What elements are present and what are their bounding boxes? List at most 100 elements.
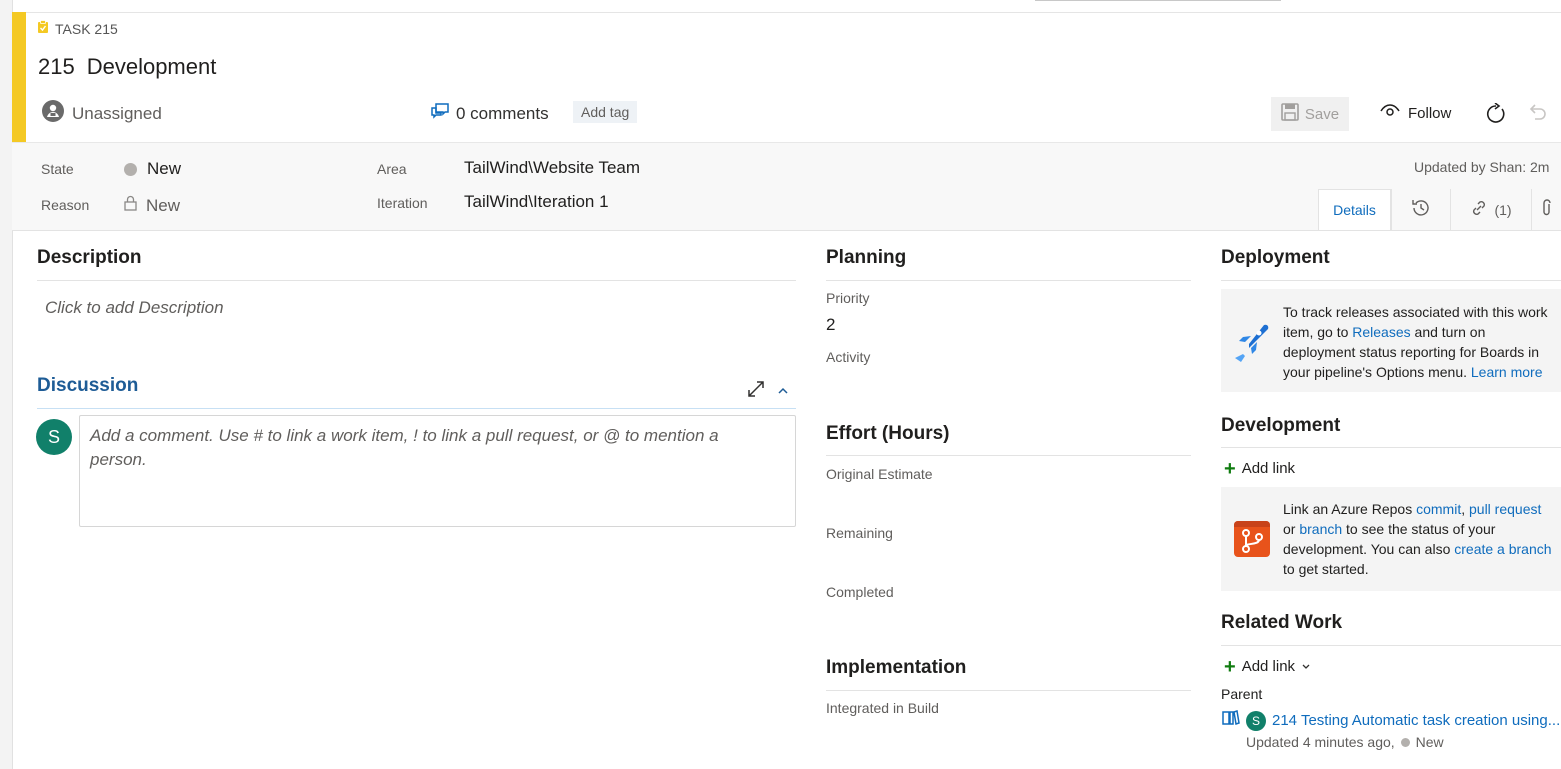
deployment-text-line1: To track releases associated with this w…	[1283, 304, 1548, 320]
link-icon	[1470, 199, 1488, 220]
state-field[interactable]: New	[124, 159, 181, 179]
reason-value: New	[146, 195, 181, 215]
area-value[interactable]: TailWind\Website Team	[464, 158, 640, 178]
deployment-info-text: To track releases associated with this w…	[1283, 302, 1548, 382]
implementation-heading: Implementation	[826, 657, 967, 678]
save-button[interactable]: Save	[1271, 97, 1349, 131]
development-divider	[1221, 447, 1561, 448]
development-text-line4: to get started.	[1283, 561, 1369, 577]
deployment-text-line4: your pipeline's Options menu. Learn more	[1283, 362, 1548, 382]
learn-more-link[interactable]: Learn more	[1471, 364, 1543, 380]
create-branch-link[interactable]: create a branch	[1454, 541, 1551, 557]
development-text-line3: development. You can also create a branc…	[1283, 539, 1552, 559]
parent-id: 214	[1272, 712, 1298, 729]
history-icon	[1411, 198, 1431, 221]
original-estimate-field[interactable]	[826, 486, 1191, 508]
book-icon	[1222, 710, 1240, 731]
integrated-in-build-field[interactable]	[826, 720, 1191, 742]
work-item-title-text[interactable]: Development	[87, 54, 217, 79]
deployment-text-line2: item, go to Releases and turn on	[1283, 322, 1548, 342]
assigned-to[interactable]: Unassigned	[42, 100, 162, 127]
description-field[interactable]: Click to add Description	[45, 298, 224, 318]
plus-icon: +	[1224, 655, 1236, 678]
iteration-label: Iteration	[377, 195, 428, 211]
links-count: (1)	[1494, 201, 1512, 218]
pull-request-link[interactable]: pull request	[1469, 501, 1541, 517]
state-value: New	[147, 159, 182, 178]
task-icon	[37, 20, 49, 37]
related-work-divider	[1221, 645, 1561, 646]
chevron-down-icon	[1301, 658, 1311, 675]
tab-attachments[interactable]	[1531, 189, 1561, 230]
branch-link[interactable]: branch	[1299, 521, 1342, 537]
development-text-line1: Link an Azure Repos commit, pull request	[1283, 499, 1552, 519]
parent-title: Testing Automatic task creation using...	[1300, 712, 1561, 729]
activity-field[interactable]	[826, 370, 1191, 392]
work-item-type: TASK 215	[37, 20, 118, 37]
comments-count: 0 comments	[456, 103, 549, 123]
avatar: S	[36, 419, 72, 455]
state-label: State	[41, 161, 74, 177]
plus-icon: +	[1224, 457, 1236, 480]
comments-link[interactable]: 0 comments	[430, 102, 549, 125]
deployment-heading: Deployment	[1221, 247, 1330, 268]
discussion-divider	[37, 408, 796, 409]
parent-state: New	[1415, 734, 1444, 750]
planning-heading: Planning	[826, 247, 907, 268]
comments-icon	[430, 102, 450, 125]
reason-label: Reason	[41, 197, 90, 213]
commit-link[interactable]: commit	[1416, 501, 1461, 517]
effort-heading: Effort (Hours)	[826, 423, 950, 444]
development-comma: ,	[1461, 501, 1469, 517]
top-search-outline	[1035, 0, 1281, 1]
deployment-text-line4a: your pipeline's Options menu.	[1283, 364, 1471, 380]
integrated-in-build-label: Integrated in Build	[826, 700, 939, 716]
completed-field[interactable]	[826, 604, 1191, 626]
tab-history[interactable]	[1391, 189, 1450, 230]
related-add-link-label: Add link	[1241, 658, 1296, 675]
remaining-field[interactable]	[826, 545, 1191, 567]
work-item-id: 215	[38, 54, 75, 79]
development-text-line2b: to see the status of your	[1342, 521, 1496, 537]
development-text-line2: or branch to see the status of your	[1283, 519, 1552, 539]
releases-link[interactable]: Releases	[1352, 324, 1410, 340]
reason-field[interactable]: New	[124, 195, 180, 216]
development-add-link-button[interactable]: + Add link	[1224, 457, 1295, 480]
tab-bar: Details (1)	[1318, 189, 1561, 230]
iteration-value[interactable]: TailWind\Iteration 1	[464, 192, 609, 212]
collapse-chevron-icon[interactable]	[777, 383, 789, 401]
related-add-link-button[interactable]: + Add link	[1224, 655, 1311, 678]
effort-divider	[826, 455, 1191, 456]
work-item-title[interactable]: 215 Development	[38, 54, 216, 80]
state-dot-icon	[124, 162, 137, 176]
parent-meta: Updated 4 minutes ago, New	[1246, 734, 1444, 750]
original-estimate-label: Original Estimate	[826, 466, 933, 482]
comment-input[interactable]: Add a comment. Use # to link a work item…	[79, 415, 796, 527]
lock-icon	[124, 195, 137, 216]
tab-details[interactable]: Details	[1318, 189, 1391, 230]
deployment-divider	[1221, 280, 1561, 281]
parent-updated: Updated 4 minutes ago,	[1246, 734, 1395, 750]
save-icon	[1281, 103, 1299, 125]
parent-avatar: S	[1246, 710, 1266, 731]
priority-field[interactable]: 2	[826, 315, 835, 335]
parent-link[interactable]: 214 Testing Automatic task creation usin…	[1272, 712, 1560, 729]
expand-icon[interactable]	[747, 380, 765, 403]
implementation-divider	[826, 690, 1191, 691]
parent-state-dot-icon	[1400, 737, 1410, 747]
work-item-type-label: TASK 215	[55, 20, 118, 37]
parent-work-item[interactable]: S 214 Testing Automatic task creation us…	[1222, 710, 1560, 731]
description-divider	[37, 280, 796, 281]
tab-links[interactable]: (1)	[1450, 189, 1531, 230]
deployment-text-line3: deployment status reporting for Boards i…	[1283, 344, 1540, 360]
development-heading: Development	[1221, 415, 1341, 436]
development-info-text: Link an Azure Repos commit, pull request…	[1283, 499, 1552, 579]
task-color-bar	[12, 12, 26, 142]
follow-button[interactable]: Follow	[1380, 104, 1451, 122]
refresh-icon[interactable]	[1485, 102, 1507, 131]
undo-icon[interactable]	[1527, 103, 1547, 129]
user-icon	[42, 100, 64, 127]
save-label: Save	[1304, 105, 1340, 123]
updated-by[interactable]: Updated by Shan: 2m	[1414, 159, 1549, 175]
add-tag-button[interactable]: Add tag	[573, 101, 638, 123]
